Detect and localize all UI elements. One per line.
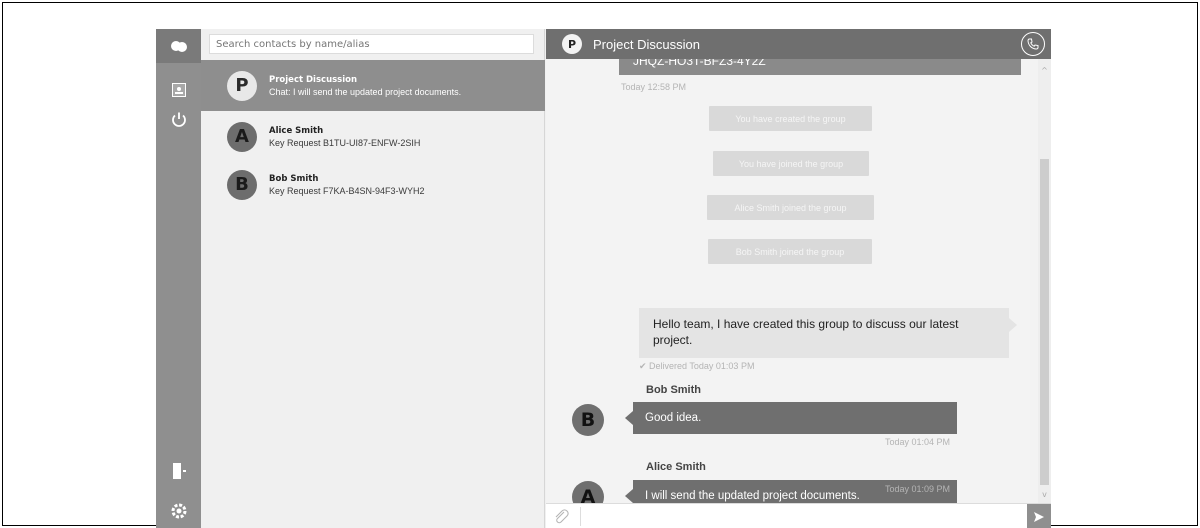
- scrollbar[interactable]: ^ v: [1038, 59, 1051, 503]
- profile-icon[interactable]: [156, 73, 201, 107]
- power-icon[interactable]: [156, 103, 201, 137]
- settings-icon[interactable]: [156, 494, 201, 528]
- chat-title: Project Discussion: [593, 36, 700, 52]
- system-message: You have joined the group: [713, 151, 869, 176]
- contacts-panel: P Project Discussion Chat: I will send t…: [201, 29, 545, 528]
- avatar: P: [227, 70, 257, 101]
- messenger-app: P Project Discussion Chat: I will send t…: [156, 29, 1051, 528]
- chat-panel: P Project Discussion JHQZ-HO3T-BFZ3-4Y2Z…: [546, 29, 1051, 528]
- avatar: B: [227, 169, 257, 200]
- contact-bob-smith[interactable]: B Bob Smith Key Request F7KA-B4SN-94F3-W…: [201, 159, 545, 210]
- incoming-message: Good idea.: [625, 402, 957, 434]
- avatar: A: [227, 121, 257, 152]
- contact-name: Alice Smith: [269, 125, 324, 136]
- scroll-up-icon[interactable]: ^: [1038, 65, 1051, 77]
- exit-icon[interactable]: [156, 454, 201, 488]
- scroll-down-icon[interactable]: v: [1038, 489, 1051, 501]
- system-message: You have created the group: [709, 106, 872, 131]
- contacts-icon[interactable]: [156, 29, 201, 63]
- system-message: Alice Smith joined the group: [707, 195, 874, 220]
- message-input[interactable]: [580, 507, 1020, 526]
- contact-name: Project Discussion: [269, 74, 358, 85]
- sender-name: Bob Smith: [646, 384, 701, 396]
- message-time: Today 01:09 PM: [885, 484, 951, 494]
- checkmark-icon: ✔: [639, 361, 650, 371]
- delivered-status: ✔ Delivered Today 01:03 PM: [639, 361, 755, 371]
- message-time: Today 12:58 PM: [621, 82, 687, 92]
- paperclip-icon[interactable]: [552, 508, 570, 526]
- contact-last-message: Chat: I will send the updated project do…: [269, 86, 462, 97]
- scroll-thumb[interactable]: [1040, 159, 1049, 485]
- chat-avatar: P: [562, 34, 582, 54]
- phone-icon[interactable]: [1021, 32, 1045, 56]
- chat-header: P Project Discussion: [546, 29, 1051, 59]
- sender-avatar: B: [572, 404, 604, 436]
- contact-last-message: Key Request F7KA-B4SN-94F3-WYH2: [269, 185, 425, 196]
- key-message: JHQZ-HO3T-BFZ3-4Y2Z: [619, 59, 1021, 75]
- system-message: Bob Smith joined the group: [708, 239, 872, 264]
- contact-last-message: Key Request B1TU-UI87-ENFW-2SIH: [269, 137, 421, 148]
- composer: [546, 503, 1051, 528]
- search-input[interactable]: [209, 34, 534, 54]
- send-icon[interactable]: [1027, 504, 1051, 528]
- contact-project-discussion[interactable]: P Project Discussion Chat: I will send t…: [201, 60, 545, 111]
- message-time: Today 01:04 PM: [885, 437, 951, 447]
- sender-avatar: A: [572, 481, 604, 503]
- icon-rail: [156, 29, 201, 528]
- outgoing-message: Hello team, I have created this group to…: [639, 308, 1017, 358]
- contact-name: Bob Smith: [269, 173, 319, 184]
- contact-alice-smith[interactable]: A Alice Smith Key Request B1TU-UI87-ENFW…: [201, 111, 545, 162]
- sender-name: Alice Smith: [646, 461, 706, 473]
- message-list: JHQZ-HO3T-BFZ3-4Y2Z Today 12:58 PM You h…: [546, 59, 1038, 503]
